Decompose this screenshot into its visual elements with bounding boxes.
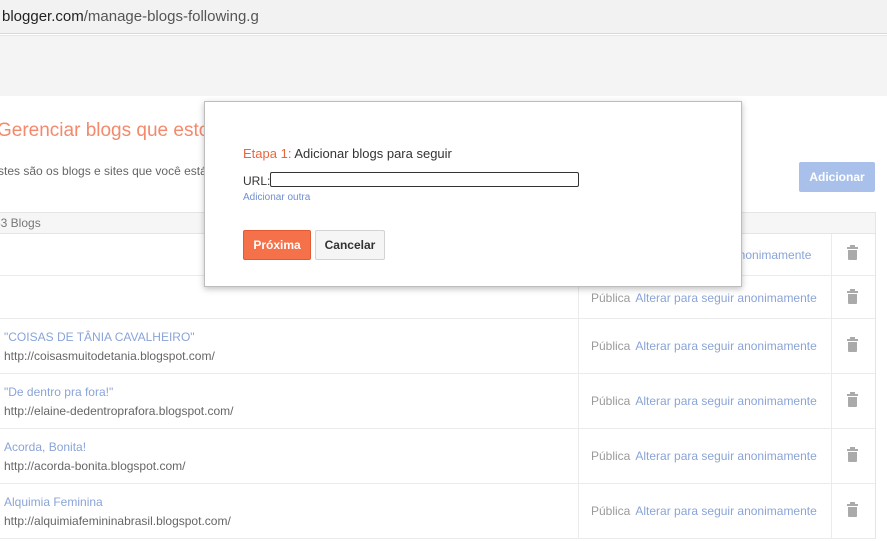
follow-anon-link[interactable]: Alterar para seguir anonimamente [635,504,816,518]
blog-cell: Acorda, Bonita! http://acorda-bonita.blo… [0,429,579,483]
blog-title-link[interactable]: "De dentro pra fora!" [4,385,113,399]
table-row: "COISAS DE TÂNIA CAVALHEIRO" http://cois… [0,319,875,374]
add-another-link[interactable]: Adicionar outra [243,192,310,203]
step-label: Etapa 1: [243,146,292,161]
delete-cell [832,484,875,538]
page-subtitle: stes são os blogs e sites que você está [0,164,207,178]
delete-cell [832,276,875,318]
table-row: Acorda, Bonita! http://acorda-bonita.blo… [0,429,875,484]
blog-title-link[interactable]: Alquimia Feminina [4,495,103,509]
visibility-cell: Pública Alterar para seguir anonimamente [579,374,832,428]
trash-icon[interactable] [847,289,858,304]
visibility-label: Pública [591,394,631,408]
table-row: "De dentro pra fora!" http://elaine-dede… [0,374,875,429]
blog-url: http://acorda-bonita.blogspot.com/ [4,459,186,473]
add-blog-button[interactable]: Adicionar [799,162,875,192]
visibility-label: Pública [591,449,631,463]
visibility-label: Pública [591,504,631,518]
follow-anon-link[interactable]: Alterar para seguir anonimamente [635,291,816,305]
delete-cell [832,374,875,428]
visibility-cell: Pública Alterar para seguir anonimamente [579,319,832,373]
trash-icon[interactable] [847,337,858,352]
step-heading: Etapa 1: Adicionar blogs para seguir [243,146,452,161]
visibility-cell: Pública Alterar para seguir anonimamente [579,484,832,538]
visibility-cell: Pública Alterar para seguir anonimamente [579,429,832,483]
trash-icon[interactable] [847,502,858,517]
delete-cell [832,429,875,483]
step-text: Adicionar blogs para seguir [294,146,452,161]
table-row: Alquimia Feminina http://alquimiafeminin… [0,484,875,539]
url-path: /manage-blogs-following.g [83,8,259,25]
delete-cell [832,319,875,373]
cancel-button[interactable]: Cancelar [315,230,385,260]
blog-url: http://alquimiafemininabrasil.blogspot.c… [4,514,231,528]
visibility-label: Pública [591,339,631,353]
delete-cell [832,234,875,275]
blog-cell: Alquimia Feminina http://alquimiafeminin… [0,484,579,538]
follow-anon-link[interactable]: Alterar para seguir anonimamente [635,449,816,463]
page-header-band [0,35,887,96]
follow-anon-link[interactable]: Alterar para seguir anonimamente [635,394,816,408]
follow-anon-link[interactable]: Alterar para seguir anonimamente [635,339,816,353]
trash-icon[interactable] [847,245,858,260]
blog-title-link[interactable]: Acorda, Bonita! [4,440,86,454]
page-title: Gerenciar blogs que estou [0,120,220,141]
follow-anon-link[interactable]: anonimamente [732,248,811,262]
visibility-label: Pública [591,291,631,305]
url-label: URL: [243,174,271,188]
blog-cell: "De dentro pra fora!" http://elaine-dede… [0,374,579,428]
address-bar[interactable]: blogger.com/manage-blogs-following.g [0,0,887,34]
url-input[interactable] [270,172,579,187]
blog-url: http://elaine-dedentroprafora.blogspot.c… [4,404,234,418]
next-button[interactable]: Próxima [243,230,311,260]
add-blog-dialog: Etapa 1: Adicionar blogs para seguir URL… [204,101,742,287]
url-domain: blogger.com [2,8,84,25]
blog-title-link[interactable]: "COISAS DE TÂNIA CAVALHEIRO" [4,330,195,344]
trash-icon[interactable] [847,447,858,462]
trash-icon[interactable] [847,392,858,407]
blog-count: 53 Blogs [0,216,41,230]
blog-url: http://coisasmuitodetania.blogspot.com/ [4,349,215,363]
blog-cell: "COISAS DE TÂNIA CAVALHEIRO" http://cois… [0,319,579,373]
